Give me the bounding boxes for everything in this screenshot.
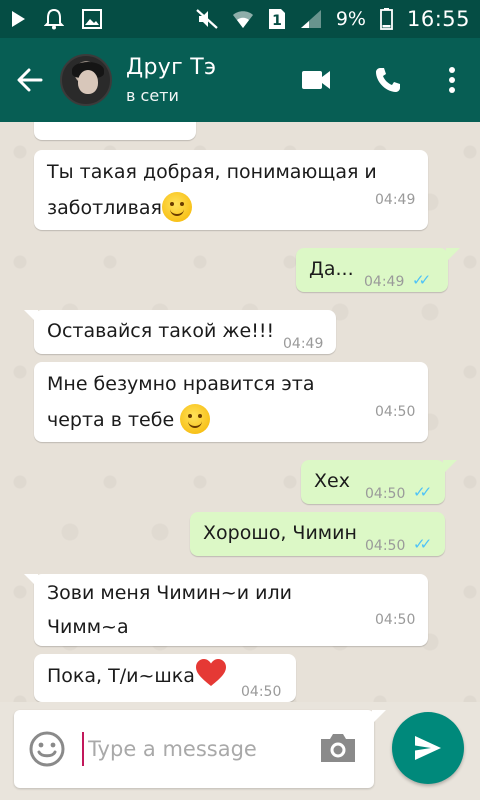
message-list[interactable]: Спасибо 04:49 Ты такая добрая, понимающа… <box>0 122 480 702</box>
camera-icon <box>321 734 355 762</box>
message-text: Пока, Т/и~шка <box>47 658 227 694</box>
signal-icon <box>300 9 322 29</box>
battery-percent: 9% <box>335 8 366 30</box>
message-text: Зови меня Чимин~и или Чимм~а <box>47 582 292 638</box>
voice-call-button[interactable] <box>352 38 424 122</box>
more-vert-icon <box>449 67 455 93</box>
message-incoming[interactable]: Ты такая добрая, понимающая и заботливая… <box>34 150 428 230</box>
contact-name: Друг Тэ <box>126 55 217 80</box>
message-incoming[interactable]: Пока, Т/и~шка 04:50 <box>34 654 296 702</box>
message-time: 04:49 <box>144 122 184 134</box>
contact-info[interactable]: Друг Тэ в сети <box>126 55 216 105</box>
send-icon <box>415 736 441 760</box>
image-icon <box>82 9 102 29</box>
video-camera-icon <box>302 71 330 89</box>
read-receipt-icon: ✓✓ <box>413 483 432 501</box>
message-text: Оставайся такой же!!! <box>47 320 275 342</box>
read-receipt-icon: ✓✓ <box>412 271 431 289</box>
wifi-icon <box>232 9 254 29</box>
message-outgoing[interactable]: Да... 04:49 ✓✓ <box>296 248 460 292</box>
sim-icon: 1 <box>268 8 286 30</box>
message-outgoing[interactable]: Хех 04:50 ✓✓ <box>301 460 457 504</box>
overflow-menu-button[interactable] <box>424 38 480 122</box>
contact-avatar[interactable] <box>60 54 112 106</box>
back-arrow-icon <box>17 68 43 92</box>
play-icon <box>10 10 26 28</box>
red-heart-emoji-icon <box>195 659 226 686</box>
smiling-face-emoji-icon <box>161 192 192 222</box>
contact-status: в сети <box>126 86 179 105</box>
message-text: Мне безумно нравится эта черта в тебе <box>47 366 315 438</box>
mute-icon <box>196 9 218 29</box>
message-incoming[interactable]: Зови меня Чимин~и или Чимм~а 04:50 <box>24 574 428 646</box>
clock: 16:55 <box>406 7 470 31</box>
emoji-button[interactable] <box>28 730 66 772</box>
message-time: 04:50 <box>365 538 406 554</box>
message-incoming[interactable]: Оставайся такой же!!! 04:49 <box>24 310 336 354</box>
message-text: Спасибо <box>47 122 130 132</box>
back-button[interactable] <box>0 38 60 122</box>
phone-icon <box>376 68 400 92</box>
message-time: 04:50 <box>365 486 406 502</box>
notification-bell-icon <box>44 8 64 30</box>
camera-button[interactable] <box>318 730 358 770</box>
message-text: Хорошо, Чимин <box>203 522 357 544</box>
message-time: 04:50 <box>375 404 416 420</box>
chat-header: Друг Тэ в сети <box>0 38 480 122</box>
status-bar: 1 9% 16:55 <box>0 0 480 38</box>
message-time: 04:49 <box>283 336 324 352</box>
battery-icon <box>380 8 393 30</box>
emoji-smiley-icon <box>29 731 65 767</box>
message-time: 04:50 <box>241 684 282 700</box>
composer-bar <box>0 702 480 800</box>
message-outgoing[interactable]: Хорошо, Чимин 04:50 ✓✓ <box>190 512 445 556</box>
message-incoming[interactable]: Спасибо 04:49 <box>34 122 196 140</box>
svg-text:1: 1 <box>272 13 282 29</box>
message-input[interactable] <box>82 732 302 766</box>
send-button[interactable] <box>392 712 464 784</box>
message-composer <box>14 710 386 788</box>
video-call-button[interactable] <box>280 38 352 122</box>
message-text: Ты такая добрая, понимающая и заботливая <box>47 154 377 226</box>
message-time: 04:49 <box>364 274 405 290</box>
read-receipt-icon: ✓✓ <box>413 535 432 553</box>
message-time: 04:49 <box>375 192 416 208</box>
message-time: 04:50 <box>375 612 416 628</box>
sweat-smile-emoji-icon <box>180 404 211 434</box>
message-text: Да... <box>309 258 354 280</box>
message-text: Хех <box>314 470 350 492</box>
message-incoming[interactable]: Мне безумно нравится эта черта в тебе 04… <box>34 362 428 442</box>
